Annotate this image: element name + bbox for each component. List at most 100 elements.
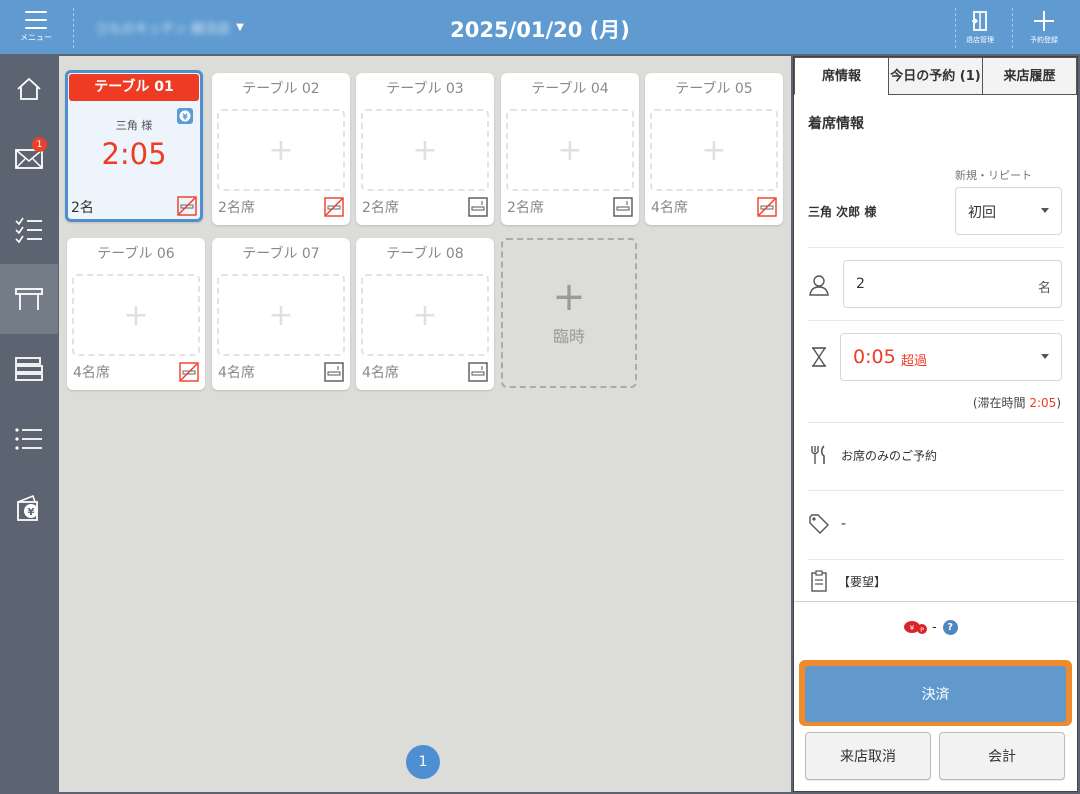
temp-table-label: 臨時 [552,327,585,346]
section-title: 着席情報 [808,116,864,132]
top-header: メニュー ひものキッチン 銀次店 ▼ 2025/01/20 (月) 退店管理 予… [0,0,1080,54]
panel-tabs: 席情報 今日の予約 (1) 来店履歴 [794,57,1077,95]
table-name: テーブル 04 [531,81,609,97]
pay-button[interactable]: 決済 [805,666,1066,722]
table-card-04[interactable]: テーブル 04 + 2名席 [501,73,639,225]
table-name: テーブル 08 [386,246,464,262]
panel-footer: ¥ P - ? 決済 来店取消 会計 [794,601,1077,791]
party-unit: 名 [1037,281,1051,296]
tag-icon [809,514,829,534]
seat-count: 2名席 [507,200,544,216]
page-indicator[interactable]: 1 [406,745,440,779]
cancel-visit-button[interactable]: 来店取消 [805,732,931,780]
svg-text:P: P [920,627,924,634]
no-smoking-icon [179,362,199,382]
list-icon [15,428,42,450]
reserve-button[interactable]: 予約登録 [1021,4,1067,50]
course-text: お席のみのご予約 [841,449,938,463]
svg-text:¥: ¥ [910,624,915,632]
stay-time: (滞在時間 2:05) [973,394,1061,411]
plus-icon: + [552,274,586,320]
header-divider [1012,8,1013,48]
empty-slot: + [506,109,634,191]
elapsed-time-value: 0:05 [853,346,896,368]
store-name: ひものキッチン 銀次店 [96,22,231,37]
smoking-icon [468,197,488,217]
elapsed-time: 2:05 [101,137,167,171]
points-icon: ¥ P [904,621,927,634]
table-name: テーブル 07 [242,246,320,262]
svg-text:¥: ¥ [28,507,35,518]
divider [808,559,1064,560]
tab-seat-info[interactable]: 席情報 [794,57,889,95]
seat-count: 4名席 [362,365,399,381]
nav-checklist[interactable] [0,194,58,264]
reserve-label: 予約登録 [1030,36,1058,44]
empty-slot: + [72,274,200,356]
party-size-input[interactable]: 2 名 [843,260,1062,308]
fork-knife-icon [811,445,825,464]
store-mgmt-label: 退店管理 [966,36,994,44]
tab-today-reservations[interactable]: 今日の予約 (1) [888,57,983,95]
tab-visit-history[interactable]: 来店履歴 [982,57,1077,95]
seat-count: 4名席 [73,365,110,381]
guest-name: 三角 様 [115,119,153,132]
chevron-down-icon: ▼ [236,22,244,33]
clipboard-icon [811,570,827,592]
store-selector[interactable]: ひものキッチン 銀次店 ▼ [96,18,244,37]
seat-count: 4名席 [218,365,255,381]
nav-mail[interactable]: 1 [0,124,58,194]
table-card-07[interactable]: テーブル 07 + 4名席 [212,238,350,390]
elapsed-time-select[interactable]: 0:05 超過 [840,333,1062,381]
table-card-06[interactable]: テーブル 06 + 4名席 [67,238,205,390]
table-name: テーブル 05 [675,81,753,97]
overtime-status: 超過 [901,354,928,369]
table-card-05[interactable]: テーブル 05 + 4名席 [645,73,783,225]
checkout-button[interactable]: 会計 [939,732,1065,780]
hamburger-icon [25,11,47,29]
stay-time-value: 2:05 [1029,396,1057,410]
header-divider [73,8,74,48]
nav-table[interactable] [0,264,58,334]
person-icon [809,275,829,296]
visit-type-value: 初回 [968,205,996,221]
table-card-08[interactable]: テーブル 08 + 4名席 [356,238,494,390]
nav-payment[interactable]: ¥ [0,474,58,544]
store-mgmt-button[interactable]: 退店管理 [957,4,1003,50]
home-icon [17,77,41,100]
seat-count: 2名 [71,200,94,216]
divider [808,247,1064,248]
request-text: 【要望】 [838,575,887,589]
plus-icon [1034,11,1054,31]
chevron-down-icon [1041,208,1049,213]
smoking-icon [468,362,488,382]
points-value: - [932,619,937,635]
nav-timeline[interactable] [0,334,58,404]
hourglass-icon [812,347,826,367]
party-size-value: 2 [856,276,865,292]
tag-text: - [841,516,847,532]
table-card-02[interactable]: テーブル 02 + 2名席 [212,73,350,225]
mail-badge: 1 [32,137,47,152]
nav-home[interactable] [0,54,58,124]
menu-button[interactable]: メニュー [0,0,72,54]
table-name: テーブル 01 [69,74,199,101]
seat-info-panel: 席情報 今日の予約 (1) 来店履歴 着席情報 新規・リピート 三角 次郎 様 … [793,56,1078,792]
table-floor: テーブル 01 ¥ 三角 様 2:05 2名 テーブル 02 + 2名席 テーブ… [59,56,791,792]
checklist-icon [15,217,42,243]
stay-time-prefix: (滞在時間 [972,396,1030,410]
seat-count: 2名席 [362,200,399,216]
visit-type-label: 新規・リピート [955,169,1032,182]
nav-list[interactable] [0,404,58,474]
help-icon[interactable]: ? [942,619,958,635]
table-card-01[interactable]: テーブル 01 ¥ 三角 様 2:05 2名 [65,70,203,222]
exit-door-icon [972,11,987,31]
pay-button-highlight: 決済 [799,660,1072,726]
empty-slot: + [361,109,489,191]
visit-type-select[interactable]: 初回 [955,187,1062,235]
wallet-yen-icon: ¥ [17,495,38,521]
smoking-icon [324,362,344,382]
empty-slot: + [217,274,345,356]
table-card-03[interactable]: テーブル 03 + 2名席 [356,73,494,225]
add-temp-table-button[interactable]: + 臨時 [501,238,637,388]
